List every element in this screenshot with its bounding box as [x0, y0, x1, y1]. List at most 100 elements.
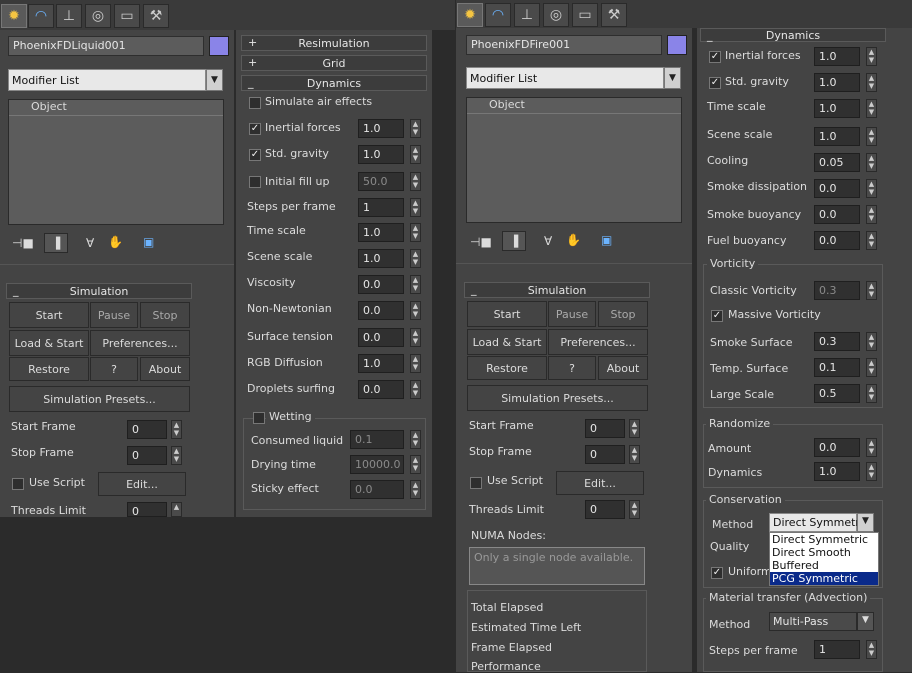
initial-fill-spinner[interactable]: 50.0 [358, 172, 404, 191]
edit-script-button[interactable]: Edit... [556, 471, 644, 495]
stack-item-header[interactable]: Object [467, 98, 681, 114]
spinner-arrows[interactable]: ▲ ▼ [866, 358, 877, 377]
spinner-arrows[interactable]: ▲ ▼ [866, 127, 877, 146]
spinner-arrows[interactable]: ▲ ▼ [866, 205, 877, 224]
spinner-arrows[interactable]: ▲ ▼ [171, 446, 182, 465]
option-direct-smooth[interactable]: Direct Smooth [770, 546, 878, 559]
edit-script-button[interactable]: Edit... [98, 472, 186, 496]
scene-scale-spinner[interactable]: 1.0 [814, 127, 860, 146]
viscosity-spinner[interactable]: 0.0 [358, 275, 404, 294]
spinner-arrows[interactable]: ▲ ▼ [410, 301, 421, 320]
spinner-arrows[interactable]: ▲ ▼ [866, 47, 877, 66]
amount-spinner[interactable]: 0.0 [814, 438, 860, 457]
conservation-method-dropdown[interactable]: Direct Symmetric [769, 513, 869, 532]
spinner-arrows[interactable]: ▲ ▼ [866, 231, 877, 250]
cooling-spinner[interactable]: 0.05 [814, 153, 860, 172]
remove-modifier-icon[interactable]: ✋ [108, 235, 123, 249]
remove-modifier-icon[interactable]: ✋ [566, 233, 581, 247]
threads-limit-spinner[interactable]: 0 [127, 502, 167, 518]
stop-button[interactable]: Stop [598, 301, 648, 327]
spinner-arrows[interactable]: ▲ ▼ [410, 328, 421, 347]
motion-tab[interactable]: ◎ [85, 4, 111, 28]
spinner-arrows[interactable]: ▲ ▼ [410, 455, 421, 474]
simulation-presets-button[interactable]: Simulation Presets... [467, 385, 648, 411]
classic-vorticity-spinner[interactable]: 0.3 [814, 281, 860, 300]
droplets-surfing-spinner[interactable]: 0.0 [358, 380, 404, 399]
use-script-checkbox[interactable] [470, 477, 482, 489]
start-frame-spinner[interactable]: 0 [585, 419, 625, 438]
massive-vorticity-checkbox[interactable]: ✓ [711, 310, 723, 322]
restore-button[interactable]: Restore [467, 356, 547, 380]
spinner-arrows[interactable]: ▲ ▼ [410, 354, 421, 373]
spinner-arrows[interactable]: ▲ ▼ [171, 420, 182, 439]
std-gravity-spinner[interactable]: 1.0 [358, 145, 404, 164]
option-direct-symmetric[interactable]: Direct Symmetric [770, 533, 878, 546]
pause-button[interactable]: Pause [548, 301, 596, 327]
threads-limit-spinner[interactable]: 0 [585, 500, 625, 519]
spinner-arrows[interactable]: ▲ ▼ [866, 281, 877, 300]
wetting-checkbox[interactable] [253, 412, 265, 424]
object-color-swatch[interactable] [209, 36, 229, 56]
numa-nodes-list[interactable]: Only a single node available. [469, 547, 645, 585]
preferences-button[interactable]: Preferences... [90, 330, 190, 356]
smoke-dissipation-spinner[interactable]: 0.0 [814, 179, 860, 198]
large-scale-spinner[interactable]: 0.5 [814, 384, 860, 403]
modifier-stack[interactable] [8, 99, 224, 225]
spinner-arrows[interactable]: ▲ ▼ [410, 249, 421, 268]
make-unique-icon[interactable]: ∀ [86, 236, 94, 250]
use-script-checkbox[interactable] [12, 478, 24, 490]
create-tab[interactable]: ✹ [457, 3, 483, 27]
spinner-arrows[interactable]: ▲ ▼ [410, 145, 421, 164]
simulate-air-checkbox[interactable] [249, 97, 261, 109]
display-tab[interactable]: ▭ [114, 4, 140, 28]
spinner-arrows[interactable]: ▲ ▼ [629, 419, 640, 438]
motion-tab[interactable]: ◎ [543, 3, 569, 27]
spinner-arrows[interactable]: ▲ ▼ [866, 438, 877, 457]
resimulation-rollout-header[interactable]: + Resimulation [241, 35, 427, 51]
spinner-arrows[interactable]: ▲ ▼ [866, 332, 877, 351]
hierarchy-tab[interactable]: ⊥ [514, 3, 540, 27]
std-gravity-spinner[interactable]: 1.0 [814, 73, 860, 92]
start-frame-spinner[interactable]: 0 [127, 420, 167, 439]
inertial-forces-spinner[interactable]: 1.0 [814, 47, 860, 66]
spinner-arrows[interactable]: ▲ ▼ [410, 119, 421, 138]
option-buffered[interactable]: Buffered [770, 559, 878, 572]
spinner-arrows[interactable]: ▲ ▼ [410, 172, 421, 191]
modifier-stack[interactable] [466, 97, 682, 223]
rgb-diffusion-spinner[interactable]: 1.0 [358, 354, 404, 373]
spinner-arrows[interactable]: ▲ ▼ [410, 275, 421, 294]
stack-item-header[interactable]: Object [9, 100, 223, 116]
load-start-button[interactable]: Load & Start [467, 329, 547, 355]
non-newtonian-spinner[interactable]: 0.0 [358, 301, 404, 320]
object-color-swatch[interactable] [667, 35, 687, 55]
stop-button[interactable]: Stop [140, 302, 190, 328]
object-name-field[interactable]: PhoenixFDLiquid001 [8, 36, 204, 56]
show-end-result-button[interactable]: ▐ [502, 231, 526, 251]
fuel-buoyancy-spinner[interactable]: 0.0 [814, 231, 860, 250]
time-scale-spinner[interactable]: 1.0 [814, 99, 860, 118]
randomize-dynamics-spinner[interactable]: 1.0 [814, 462, 860, 481]
hierarchy-tab[interactable]: ⊥ [56, 4, 82, 28]
spinner-arrows[interactable]: ▲ ▼ [410, 380, 421, 399]
spinner-arrows[interactable]: ▲ [171, 502, 182, 517]
simulation-rollout-header[interactable]: _ Simulation [6, 283, 192, 299]
spinner-arrows[interactable]: ▲ ▼ [866, 99, 877, 118]
utilities-tab[interactable]: ⚒ [143, 4, 169, 28]
surface-tension-spinner[interactable]: 0.0 [358, 328, 404, 347]
std-gravity-checkbox[interactable]: ✓ [709, 77, 721, 89]
sticky-effect-spinner[interactable]: 0.0 [350, 480, 404, 499]
pin-stack-icon[interactable]: ⊣■ [12, 236, 34, 250]
spinner-arrows[interactable]: ▲ ▼ [629, 500, 640, 519]
spinner-arrows[interactable]: ▲ ▼ [410, 430, 421, 449]
option-pcg-symmetric[interactable]: PCG Symmetric [770, 572, 878, 585]
chevron-down-icon[interactable]: ▼ [664, 67, 681, 89]
spinner-arrows[interactable]: ▲ ▼ [410, 480, 421, 499]
modify-tab[interactable]: ◠ [485, 3, 511, 27]
display-tab[interactable]: ▭ [572, 3, 598, 27]
utilities-tab[interactable]: ⚒ [601, 3, 627, 27]
consumed-liquid-spinner[interactable]: 0.1 [350, 430, 404, 449]
dynamics-rollout-header[interactable]: _ Dynamics [700, 28, 886, 42]
time-scale-spinner[interactable]: 1.0 [358, 223, 404, 242]
make-unique-icon[interactable]: ∀ [544, 234, 552, 248]
start-button[interactable]: Start [9, 302, 89, 328]
